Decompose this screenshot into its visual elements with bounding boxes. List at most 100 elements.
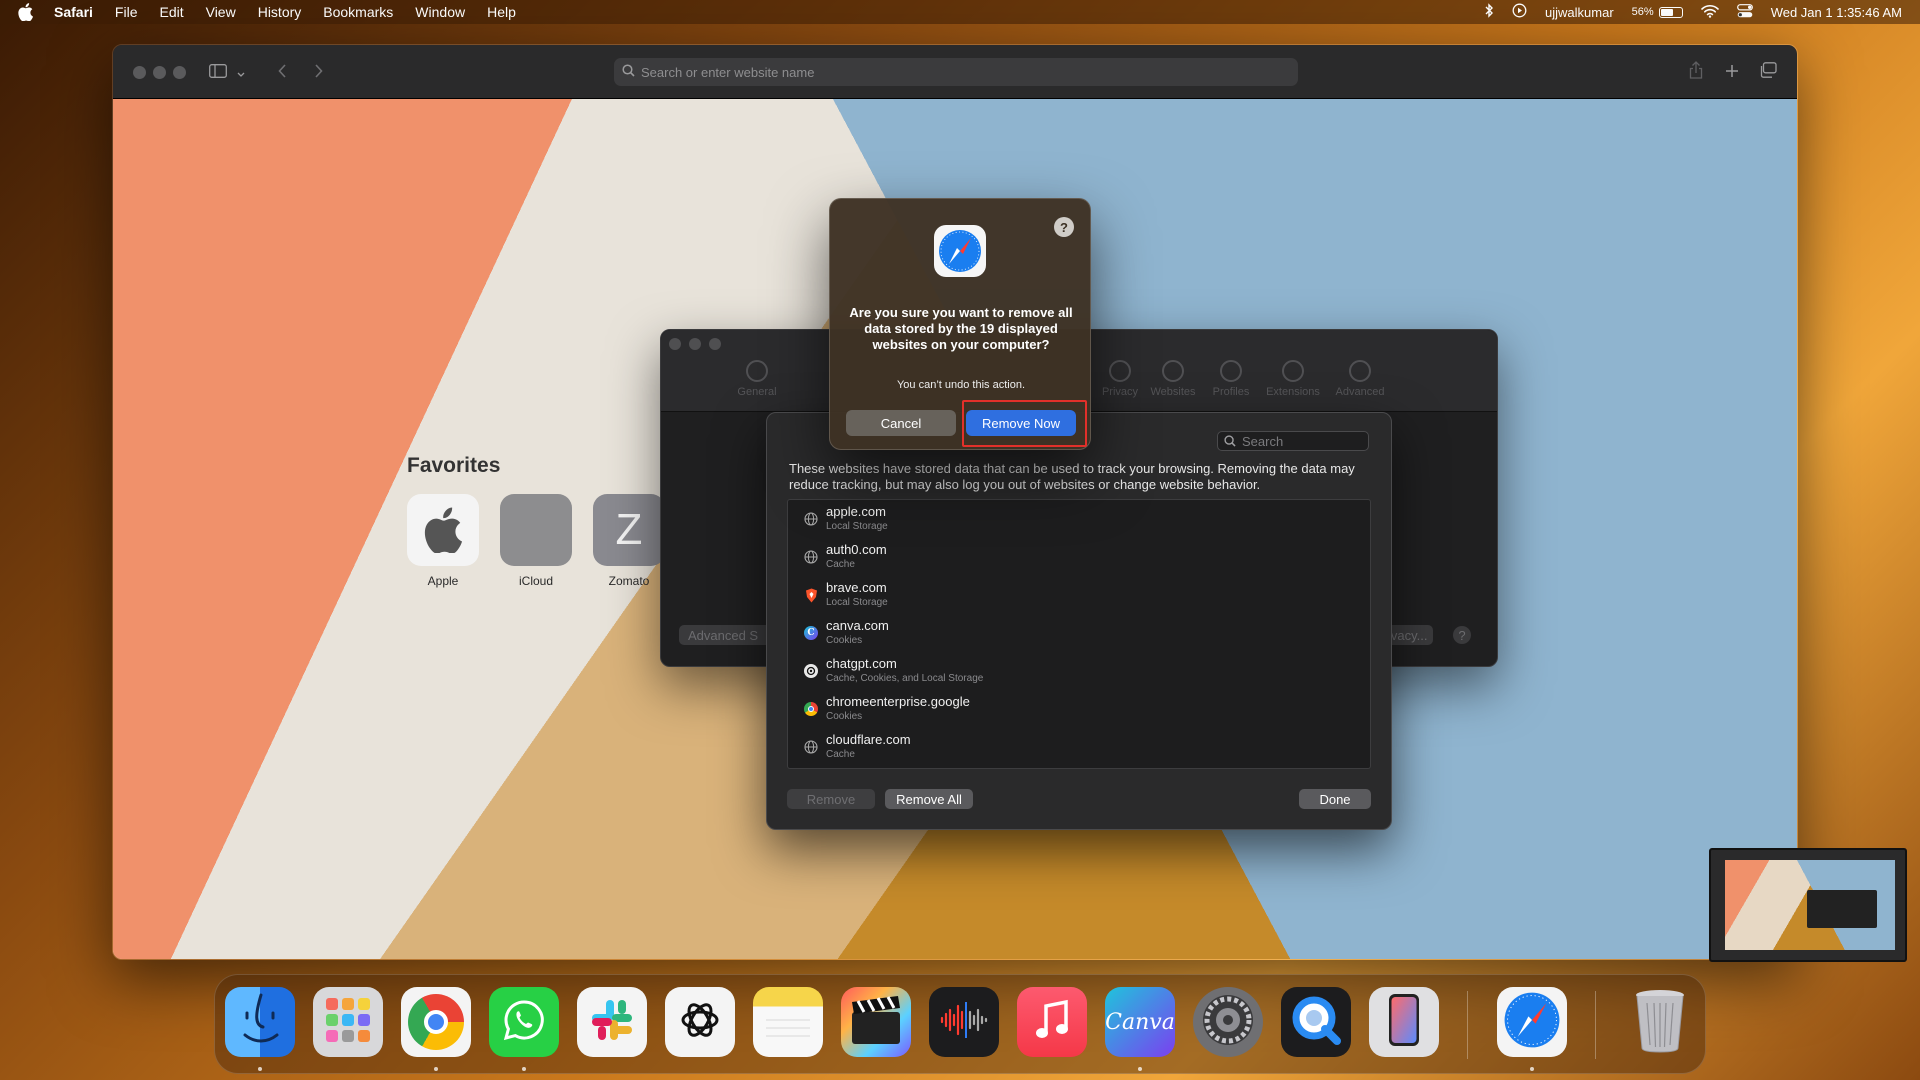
dock-notes[interactable] — [753, 987, 823, 1057]
sidebar-icon — [209, 62, 227, 83]
alert-title: Are you sure you want to remove all data… — [849, 305, 1073, 352]
remove-button[interactable]: Remove — [787, 789, 875, 809]
favorite-zomato[interactable]: Z Zomato — [593, 494, 665, 588]
forward-button[interactable] — [307, 58, 329, 86]
user-name[interactable]: ujjwalkumar — [1545, 5, 1614, 20]
zoom-window-button[interactable] — [173, 66, 186, 79]
website-data-sheet: Search These websites have stored data t… — [766, 412, 1392, 830]
menu-window[interactable]: Window — [415, 4, 465, 20]
settings-tab-general[interactable]: General — [728, 360, 786, 398]
alert-help-button[interactable]: ? — [1054, 217, 1074, 237]
settings-tab-privacy[interactable]: Privacy — [1091, 360, 1149, 398]
tab-overview-icon — [1759, 61, 1777, 83]
address-bar[interactable]: Search or enter website name — [614, 58, 1298, 86]
person-icon — [1220, 360, 1242, 382]
dock-final-cut[interactable] — [841, 987, 911, 1057]
list-item[interactable]: chatgpt.com Cache, Cookies, and Local St… — [788, 652, 1370, 690]
site-name: auth0.com — [826, 542, 887, 557]
menu-clock[interactable]: Wed Jan 1 1:35:46 AM — [1771, 5, 1902, 20]
clapperboard-icon — [846, 990, 906, 1055]
menu-edit[interactable]: Edit — [159, 4, 183, 20]
hand-icon — [1109, 360, 1131, 382]
screenshot-thumbnail[interactable] — [1709, 848, 1907, 962]
menu-view[interactable]: View — [206, 4, 236, 20]
favorite-icloud[interactable]: iCloud — [500, 494, 572, 588]
list-item[interactable]: brave.com Local Storage — [788, 576, 1370, 614]
favorites-title: Favorites — [407, 454, 501, 477]
dock-launchpad[interactable] — [313, 987, 383, 1057]
menu-app-name[interactable]: Safari — [54, 4, 93, 20]
settings-tab-extensions[interactable]: Extensions — [1264, 360, 1322, 398]
chevron-left-icon — [277, 62, 287, 83]
dock-voice-memos[interactable] — [929, 987, 999, 1057]
menu-help[interactable]: Help — [487, 4, 516, 20]
dock-quicktime[interactable] — [1281, 987, 1351, 1057]
dock-chatgpt[interactable] — [665, 987, 735, 1057]
dock-whatsapp[interactable] — [489, 987, 559, 1057]
settings-tab-profiles[interactable]: Profiles — [1202, 360, 1260, 398]
bluetooth-icon[interactable] — [1484, 3, 1494, 21]
done-button[interactable]: Done — [1299, 789, 1371, 809]
safari-toolbar: Search or enter website name — [113, 45, 1797, 99]
apple-logo-icon — [407, 494, 479, 566]
whatsapp-icon — [502, 998, 546, 1047]
alert-message: You can’t undo this action. — [896, 379, 1026, 391]
settings-help-button[interactable]: ? — [1453, 626, 1471, 644]
canva-logo-icon: Canva — [1105, 1009, 1175, 1035]
tab-groups-dropdown[interactable] — [233, 58, 249, 86]
remove-all-button[interactable]: Remove All — [885, 789, 973, 809]
advanced-settings-button[interactable]: Advanced S — [679, 625, 779, 645]
list-item[interactable]: C canva.com Cookies — [788, 614, 1370, 652]
cancel-button[interactable]: Cancel — [846, 410, 956, 436]
dock-safari[interactable] — [1497, 987, 1567, 1057]
list-item[interactable]: cloudflare.com Cache — [788, 728, 1370, 766]
favorite-label: Zomato — [608, 574, 650, 588]
search-icon — [1224, 435, 1236, 447]
share-button[interactable] — [1685, 58, 1707, 86]
now-playing-icon[interactable] — [1512, 3, 1527, 21]
site-data-type: Cache — [826, 749, 855, 760]
settings-tab-websites[interactable]: Websites — [1144, 360, 1202, 398]
dock-music[interactable] — [1017, 987, 1087, 1057]
apple-menu-icon[interactable] — [18, 3, 36, 21]
settings-close-button[interactable] — [669, 338, 681, 350]
minimize-window-button[interactable] — [153, 66, 166, 79]
plus-icon — [1725, 62, 1739, 83]
dock-slack[interactable] — [577, 987, 647, 1057]
battery-status[interactable]: 56% — [1632, 6, 1683, 18]
remove-now-button[interactable]: Remove Now — [966, 410, 1076, 436]
settings-tab-label: General — [737, 386, 777, 398]
menu-history[interactable]: History — [258, 4, 302, 20]
list-item[interactable]: chromeenterprise.google Cookies — [788, 690, 1370, 728]
canva-icon: C — [804, 626, 818, 640]
dock-system-settings[interactable] — [1193, 987, 1263, 1057]
sidebar-toggle-button[interactable] — [205, 58, 231, 86]
back-button[interactable] — [271, 58, 293, 86]
favorite-apple[interactable]: Apple — [407, 494, 479, 588]
list-item[interactable]: auth0.com Cache — [788, 538, 1370, 576]
settings-tab-label: Extensions — [1266, 386, 1320, 398]
list-item[interactable]: apple.com Local Storage — [788, 500, 1370, 538]
menu-file[interactable]: File — [115, 4, 138, 20]
dock-finder[interactable] — [225, 987, 295, 1057]
menu-bookmarks[interactable]: Bookmarks — [323, 4, 393, 20]
website-list[interactable]: apple.com Local Storage auth0.com Cache … — [787, 499, 1371, 769]
dock-iphone-mirroring[interactable] — [1369, 987, 1439, 1057]
website-search-field[interactable]: Search — [1217, 431, 1369, 451]
thumbnail-window — [1807, 890, 1877, 928]
dock-chrome[interactable] — [401, 987, 471, 1057]
settings-zoom-button[interactable] — [709, 338, 721, 350]
settings-minimize-button[interactable] — [689, 338, 701, 350]
settings-tab-advanced[interactable]: Advanced — [1331, 360, 1389, 398]
site-data-type: Cookies — [826, 711, 863, 722]
close-window-button[interactable] — [133, 66, 146, 79]
battery-icon — [1658, 6, 1683, 18]
new-tab-button[interactable] — [1721, 58, 1743, 86]
website-data-description: These websites have stored data that can… — [789, 461, 1355, 492]
wifi-icon[interactable] — [1700, 4, 1719, 21]
tab-overview-button[interactable] — [1757, 58, 1779, 86]
dock-trash[interactable] — [1625, 987, 1695, 1057]
dock-canva[interactable]: Canva — [1105, 987, 1175, 1057]
control-center-icon[interactable] — [1736, 3, 1753, 21]
iphone-icon — [1386, 992, 1422, 1053]
